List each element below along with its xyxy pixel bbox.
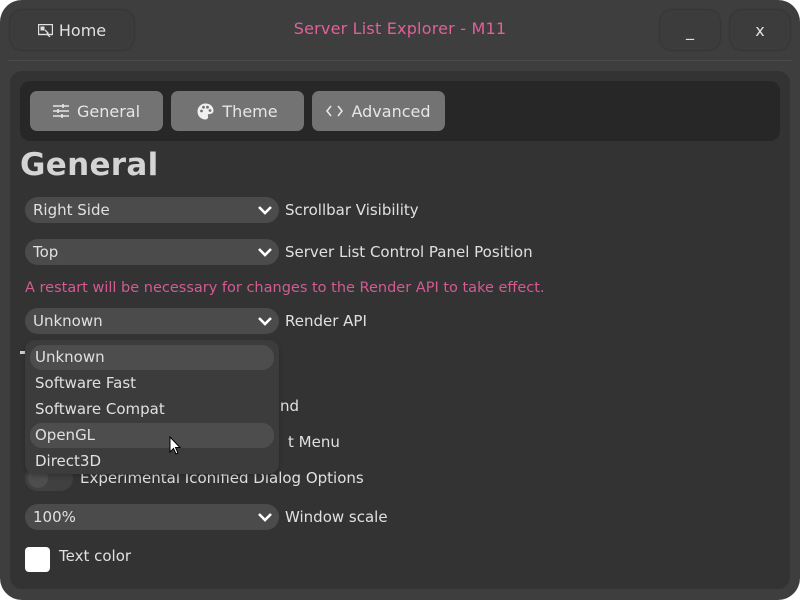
- minimize-button[interactable]: _: [660, 10, 720, 50]
- close-icon: x: [755, 20, 765, 40]
- code-icon: [326, 105, 344, 117]
- dropdown-option-unknown[interactable]: Unknown: [30, 345, 274, 370]
- render-api-value: Unknown: [33, 312, 103, 330]
- render-api-dropdown: Unknown Software Fast Software Compat Op…: [25, 340, 279, 474]
- scrollbar-visibility-label: Scrollbar Visibility: [285, 201, 419, 219]
- scrollbar-visibility-value: Right Side: [33, 201, 110, 219]
- tab-advanced[interactable]: Advanced: [312, 91, 445, 131]
- render-api-select[interactable]: Unknown: [25, 308, 279, 334]
- tab-general-label: General: [76, 101, 141, 121]
- section-heading: General: [20, 147, 159, 183]
- window-scale-label: Window scale: [285, 508, 388, 526]
- titlebar-divider: [8, 60, 792, 61]
- text-color-label: Text color: [59, 547, 132, 565]
- dropdown-option-opengl[interactable]: OpenGL: [30, 423, 274, 448]
- text-color-swatch[interactable]: [25, 547, 50, 572]
- minimize-icon: _: [686, 20, 694, 40]
- dropdown-option-direct3d[interactable]: Direct3D: [30, 449, 274, 474]
- control-panel-position-select[interactable]: Top: [25, 239, 279, 265]
- toggle-label: nd: [280, 397, 300, 415]
- sliders-icon: [52, 104, 69, 118]
- render-api-label: Render API: [285, 312, 367, 330]
- window-scale-select[interactable]: 100%: [25, 504, 279, 530]
- palette-icon: [197, 103, 214, 119]
- tab-general[interactable]: General: [30, 91, 163, 131]
- restart-warning: A restart will be necessary for changes …: [25, 280, 545, 296]
- app-window: Home Server List Explorer - M11 _ x Gene…: [0, 0, 800, 600]
- tab-advanced-label: Advanced: [351, 101, 431, 121]
- close-button[interactable]: x: [730, 10, 790, 50]
- tab-bar: General Theme Advanced: [20, 81, 780, 141]
- control-panel-position-value: Top: [33, 243, 59, 261]
- toggle-label: t Menu: [288, 433, 340, 451]
- titlebar: Home Server List Explorer - M11 _ x: [0, 0, 800, 60]
- dropdown-option-software-compat[interactable]: Software Compat: [30, 397, 274, 422]
- window-scale-value: 100%: [33, 508, 76, 526]
- scrollbar-visibility-select[interactable]: Right Side: [25, 197, 279, 223]
- tab-theme-label: Theme: [222, 101, 278, 121]
- chevron-down-icon: [258, 248, 272, 257]
- tab-theme[interactable]: Theme: [171, 91, 304, 131]
- chevron-down-icon: [258, 317, 272, 326]
- dropdown-option-software-fast[interactable]: Software Fast: [30, 371, 274, 396]
- chevron-down-icon: [258, 206, 272, 215]
- chevron-down-icon: [258, 513, 272, 522]
- control-panel-position-label: Server List Control Panel Position: [285, 243, 533, 261]
- mouse-cursor-icon: [169, 436, 182, 455]
- settings-panel: General Theme Advanced General Right Sid…: [10, 71, 790, 589]
